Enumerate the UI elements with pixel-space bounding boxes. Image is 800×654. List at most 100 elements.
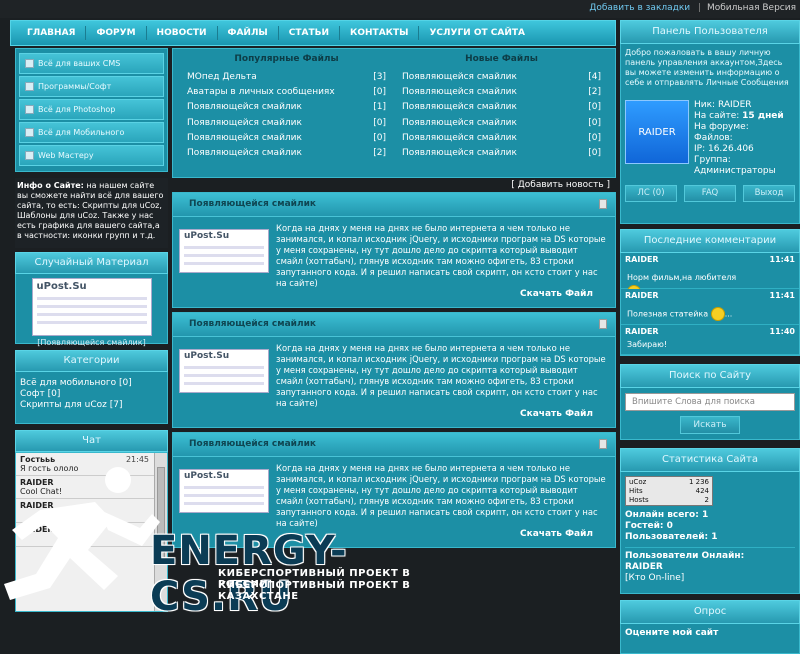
arrow-icon[interactable] <box>599 439 607 449</box>
category-link[interactable]: Всё для мобильного [0] <box>20 378 163 389</box>
site-info: Инфо о Сайте: на нашем сайте вы сможете … <box>15 178 168 248</box>
file-name[interactable]: Аватары в личных сообщениях <box>187 85 335 100</box>
file-name[interactable]: Появляющейся смайлик <box>402 131 517 146</box>
who-online-link[interactable]: [Кто On-line] <box>625 573 795 584</box>
comment-text-label: Норм фильм,на любителя <box>627 273 737 282</box>
comment-text[interactable]: Полезная статейка ... <box>627 307 737 321</box>
comment-author[interactable]: RAIDER <box>625 291 659 300</box>
file-row[interactable]: Появляющейся смайлик [0] <box>187 116 386 131</box>
user-ip: IP: 16.26.406 <box>694 144 754 154</box>
comment-author[interactable]: RAIDER <box>625 327 659 336</box>
file-row[interactable]: Появляющейся смайлик [0] <box>187 131 386 146</box>
news-title-text[interactable]: Появляющейся смайлик <box>189 439 316 449</box>
file-name[interactable]: Появляющейся смайлик <box>402 100 517 115</box>
category-label: Всё для Photoshop <box>38 105 116 114</box>
category-mobile[interactable]: Всё для Мобильного <box>19 122 164 143</box>
nav-files[interactable]: ФАЙЛЫ <box>218 26 279 40</box>
file-count: [0] <box>588 117 601 128</box>
arrow-icon[interactable] <box>599 319 607 329</box>
poll-question: Оцените мой сайт <box>625 628 719 638</box>
popular-files-title: Популярные Файлы <box>234 54 339 64</box>
add-news-link[interactable]: [ Добавить новость ] <box>172 181 610 190</box>
nav-articles[interactable]: СТАТЬИ <box>279 26 341 40</box>
news-title-text[interactable]: Появляющейся смайлик <box>189 319 316 329</box>
nav-home[interactable]: ГЛАВНАЯ <box>17 26 87 40</box>
file-name[interactable]: Появляющейся смайлик <box>187 100 302 115</box>
download-file-link[interactable]: Скачать Файл <box>520 409 593 419</box>
file-row[interactable]: МОпед Дельта [3] <box>187 70 386 85</box>
news-thumbnail[interactable]: uPost.Su <box>179 349 269 393</box>
category-software[interactable]: Программы/Софт <box>19 76 164 97</box>
search-title: Поиск по Сайту <box>620 364 800 388</box>
news-item: Появляющейся смайлик uPost.Su Когда на д… <box>172 192 616 308</box>
user-info-row: RAIDER Ник: RAIDER На сайте: 15 дней На … <box>625 100 795 177</box>
online-users-label: Пользователи Онлайн: <box>625 547 795 562</box>
nav-contacts[interactable]: КОНТАКТЫ <box>340 26 420 40</box>
mobile-version-link[interactable]: Мобильная Версия <box>707 3 796 13</box>
comment-text[interactable]: Норм фильм,на любителя ... <box>627 271 737 299</box>
file-row[interactable]: Появляющейся смайлик [1] <box>187 100 386 115</box>
bookmark-link[interactable]: Добавить в закладки <box>587 3 692 13</box>
nav-services[interactable]: УСЛУГИ ОТ САЙТА <box>419 26 535 40</box>
user-panel-body: Добро пожаловать в вашу личную панель уп… <box>620 44 800 224</box>
nav-forum[interactable]: ФОРУМ <box>86 26 147 40</box>
runner-logo-icon <box>4 467 160 600</box>
comments-title: Последние комментарии <box>620 229 800 253</box>
user-forum: На форуме: <box>694 122 749 132</box>
news-thumbnail[interactable]: uPost.Su <box>179 229 269 273</box>
file-row[interactable]: Появляющейся смайлик [2] <box>402 85 601 100</box>
file-row[interactable]: Появляющейся смайлик [0] <box>402 116 601 131</box>
category-link[interactable]: Софт [0] <box>20 389 163 400</box>
user-site-label: На сайте: <box>694 111 740 121</box>
nav-news[interactable]: НОВОСТИ <box>147 26 218 40</box>
file-name[interactable]: Появляющейся смайлик <box>402 116 517 131</box>
news-title[interactable]: Появляющейся смайлик <box>173 193 615 217</box>
folder-icon <box>25 105 34 114</box>
online-user-name[interactable]: RAIDER <box>625 562 795 573</box>
file-name[interactable]: Появляющейся смайлик <box>187 146 302 161</box>
user-group-label: Группа: <box>694 155 731 165</box>
file-name[interactable]: Появляющейся смайлик <box>402 146 517 161</box>
category-link[interactable]: Скрипты для uCoz [7] <box>20 400 163 411</box>
file-name[interactable]: Появляющейся смайлик <box>402 85 517 100</box>
file-name[interactable]: Появляющейся смайлик <box>402 70 517 85</box>
avatar[interactable]: RAIDER <box>625 100 689 164</box>
comment-author[interactable]: RAIDER <box>625 255 659 264</box>
file-row[interactable]: Появляющейся смайлик [0] <box>402 131 601 146</box>
user-info: Ник: RAIDER На сайте: 15 дней На форуме:… <box>694 100 784 177</box>
download-file-link[interactable]: Скачать Файл <box>520 529 593 539</box>
random-material-image[interactable]: uPost.Su <box>31 278 152 336</box>
random-material-caption[interactable]: [Появляющейся смайлик] <box>20 338 163 347</box>
category-webmaster[interactable]: Web Мастеру <box>19 145 164 166</box>
category-photoshop[interactable]: Всё для Photoshop <box>19 99 164 120</box>
file-count: [2] <box>588 87 601 98</box>
category-cms[interactable]: Всё для ваших CMS <box>19 53 164 74</box>
file-count: [0] <box>373 117 386 128</box>
news-title[interactable]: Появляющейся смайлик <box>173 313 615 337</box>
faq-button[interactable]: FAQ <box>684 185 736 202</box>
search-input[interactable]: Впишите Слова для поиска <box>625 393 795 411</box>
download-file-link[interactable]: Скачать Файл <box>520 289 593 299</box>
visit-counter[interactable]: uCoz 1 236 Hits 424 Hosts 2 <box>625 476 713 506</box>
user-files: Файлов: <box>694 133 733 143</box>
file-row[interactable]: Аватары в личных сообщениях [0] <box>187 85 386 100</box>
arrow-icon[interactable] <box>599 199 607 209</box>
file-row[interactable]: Появляющейся смайлик [0] <box>402 146 601 161</box>
file-name[interactable]: Появляющейся смайлик <box>187 131 302 146</box>
counter-label: uCoz <box>629 478 647 486</box>
file-name[interactable]: МОпед Дельта <box>187 70 257 85</box>
popular-files: Популярные Файлы МОпед Дельта [3] Аватары… <box>179 51 394 175</box>
watermark: ENERGY-CS.RU КИБЕРСПОРТИВНЫЙ ПРОЕКТ В РО… <box>0 450 450 620</box>
file-row[interactable]: Появляющейся смайлик [0] <box>402 100 601 115</box>
file-name[interactable]: Появляющейся смайлик <box>187 116 302 131</box>
search-button[interactable]: Искать <box>680 416 740 434</box>
logout-button[interactable]: Выход <box>743 185 795 202</box>
private-messages-button[interactable]: ЛС (0) <box>625 185 677 202</box>
news-title-text[interactable]: Появляющейся смайлик <box>189 199 316 209</box>
file-row[interactable]: Появляющейся смайлик [2] <box>187 146 386 161</box>
comment-item: RAIDER 11:41 Полезная статейка ... <box>621 289 799 325</box>
file-count: [0] <box>373 87 386 98</box>
comment-text[interactable]: Забираю! <box>627 338 737 352</box>
counter-value: 1 236 <box>688 478 709 486</box>
file-row[interactable]: Появляющейся смайлик [4] <box>402 70 601 85</box>
